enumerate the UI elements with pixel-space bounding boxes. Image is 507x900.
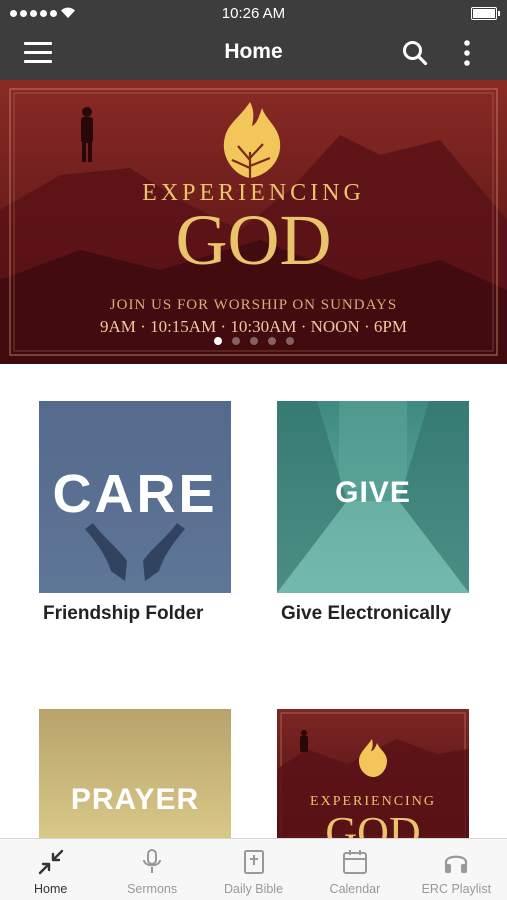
tab-daily-bible-label: Daily Bible [223, 882, 284, 896]
tab-home-label: Home [34, 882, 68, 896]
carousel-dot[interactable] [285, 337, 294, 345]
microphone-icon [143, 849, 162, 873]
care-tile-text: CARE [52, 464, 218, 524]
compress-arrows-icon [38, 849, 63, 875]
tab-sermons-label: Sermons [127, 882, 178, 896]
hero-service-times: 9AM · 10:15AM · 10:30AM · NOON · 6PM [100, 317, 407, 336]
carousel-dot[interactable] [231, 337, 240, 345]
give-tile-text: GIVE [335, 476, 411, 509]
give-electronically-tile[interactable]: GIVE [277, 401, 469, 593]
headphones-icon [445, 855, 468, 873]
prayer-tile-text: PRAYER [70, 783, 200, 816]
search-icon[interactable] [402, 40, 428, 66]
tab-erc-playlist[interactable]: ERC Playlist [406, 839, 507, 900]
carousel-indicator[interactable] [0, 337, 507, 345]
status-bar: 10:26 AM [0, 0, 507, 26]
hero-subtitle: JOIN US FOR WORSHIP ON SUNDAYS [109, 297, 398, 313]
more-options-icon[interactable] [460, 38, 474, 68]
tab-home[interactable]: Home [0, 839, 101, 900]
calendar-icon [342, 850, 367, 874]
carousel-dot[interactable] [267, 337, 276, 345]
battery-icon [471, 7, 500, 20]
friendship-folder-tile[interactable]: CARE [39, 401, 231, 593]
bible-icon [243, 850, 264, 874]
friendship-folder-label[interactable]: Friendship Folder [43, 603, 203, 625]
page-title: Home [224, 40, 283, 63]
bottom-tab-bar: Home Sermons Daily Bible Calendar ERC Pl… [0, 838, 507, 900]
tab-calendar[interactable]: Calendar [304, 839, 405, 900]
prayer-tile[interactable]: PRAYER [39, 709, 231, 841]
tab-erc-playlist-label: ERC Playlist [421, 882, 492, 896]
carousel-dot[interactable] [213, 337, 222, 345]
experiencing-god-tile[interactable]: EXPERIENCING GOD [277, 709, 469, 841]
carousel-dot[interactable] [249, 337, 258, 345]
hero-title-god: GOD [175, 200, 332, 280]
tab-daily-bible[interactable]: Daily Bible [203, 839, 304, 900]
hero-banner[interactable]: EXPERIENCING GOD JOIN US FOR WORSHIP ON … [0, 80, 507, 364]
tab-sermons[interactable]: Sermons [101, 839, 202, 900]
tab-calendar-label: Calendar [329, 882, 381, 896]
god-tile-text: GOD [325, 808, 421, 842]
app-bar: Home [0, 26, 507, 80]
status-time: 10:26 AM [221, 5, 286, 22]
give-electronically-label[interactable]: Give Electronically [281, 603, 451, 625]
